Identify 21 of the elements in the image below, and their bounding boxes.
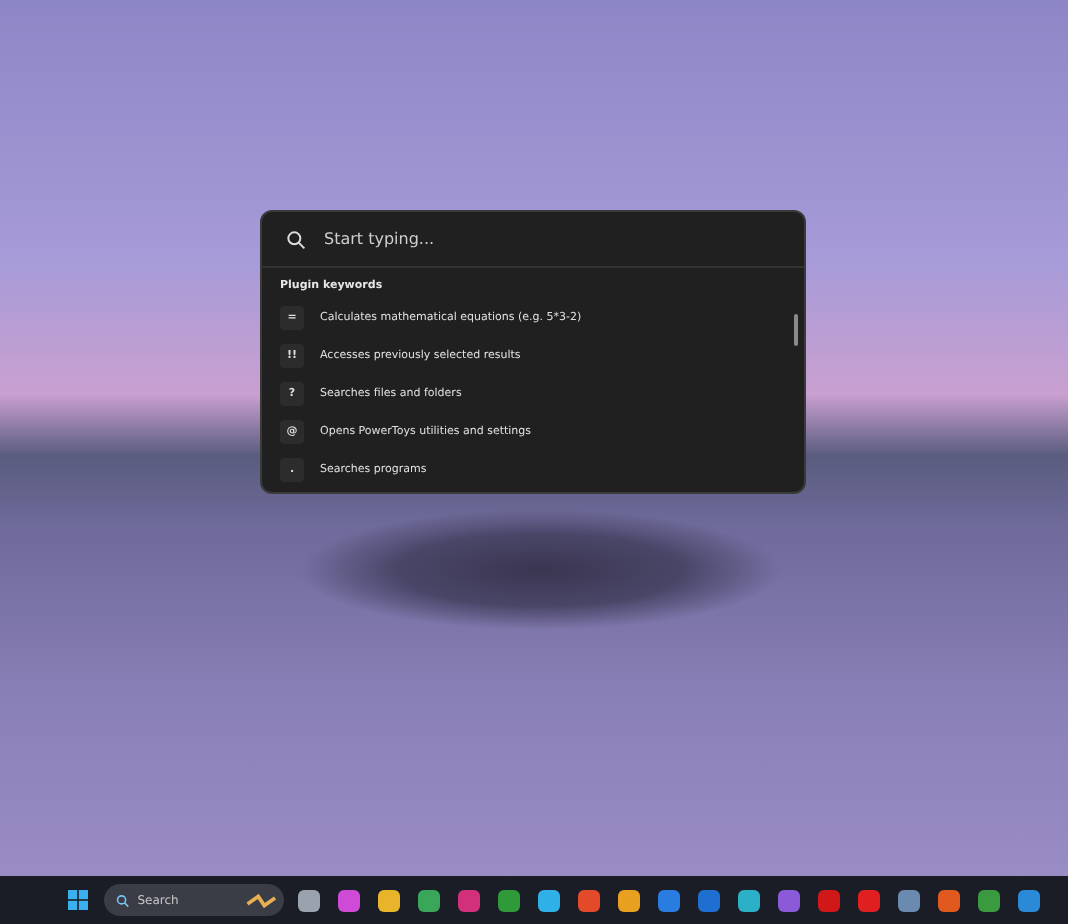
app-icon[interactable] bbox=[617, 889, 639, 911]
scrollbar[interactable] bbox=[794, 314, 798, 346]
app-icon[interactable] bbox=[977, 889, 999, 911]
search-icon bbox=[286, 229, 306, 249]
app-icon[interactable] bbox=[737, 889, 759, 911]
launcher-search-field[interactable]: Start typing... bbox=[324, 230, 780, 248]
app-icon[interactable] bbox=[497, 889, 519, 911]
start-icon[interactable] bbox=[68, 890, 88, 910]
app-icon[interactable] bbox=[657, 889, 679, 911]
app-icon[interactable] bbox=[777, 889, 799, 911]
app-icon[interactable] bbox=[537, 889, 559, 911]
app-icon[interactable] bbox=[937, 889, 959, 911]
search-icon bbox=[116, 893, 130, 907]
app-icon[interactable] bbox=[897, 889, 919, 911]
app-icon[interactable] bbox=[297, 889, 319, 911]
app-icon[interactable] bbox=[577, 889, 599, 911]
app-icon[interactable] bbox=[337, 889, 359, 911]
app-icon[interactable] bbox=[417, 889, 439, 911]
app-icon[interactable] bbox=[377, 889, 399, 911]
decoration-icon bbox=[245, 891, 276, 909]
app-icon[interactable] bbox=[1017, 889, 1039, 911]
